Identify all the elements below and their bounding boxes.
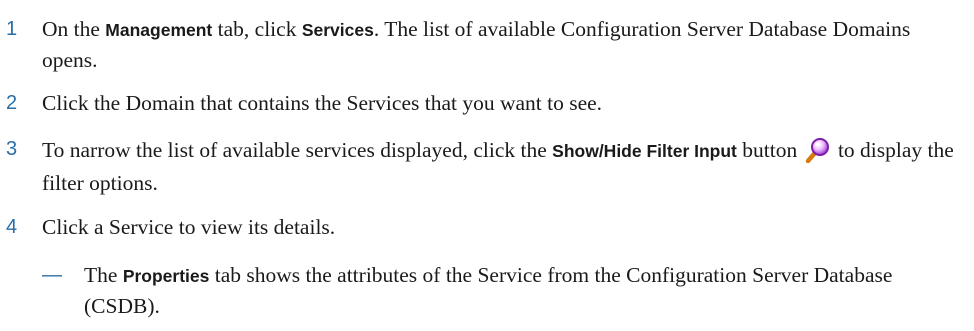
substep-text: The Properties tab shows the attributes …	[84, 263, 893, 318]
step-number: 4	[6, 216, 18, 238]
step-text: On the Management tab, click Services. T…	[42, 17, 911, 72]
document: 1 On the Management tab, click Services.…	[0, 0, 974, 331]
step-number: 2	[6, 92, 18, 114]
step-text: Click the Domain that contains the Servi…	[42, 91, 603, 115]
ui-term-show-hide-filter-input: Show/Hide Filter Input	[552, 141, 737, 161]
step-text: To narrow the list of available services…	[42, 138, 954, 195]
magnifier-icon	[805, 138, 829, 163]
ui-term-services: Services	[301, 20, 374, 40]
ui-term-properties: Properties	[122, 266, 210, 286]
step-number: 1	[6, 18, 18, 40]
ui-term-management: Management	[105, 20, 213, 40]
step-text: Click a Service to view its details.	[42, 215, 336, 239]
bullet-dash: —	[42, 264, 62, 286]
step-number: 3	[6, 138, 18, 160]
